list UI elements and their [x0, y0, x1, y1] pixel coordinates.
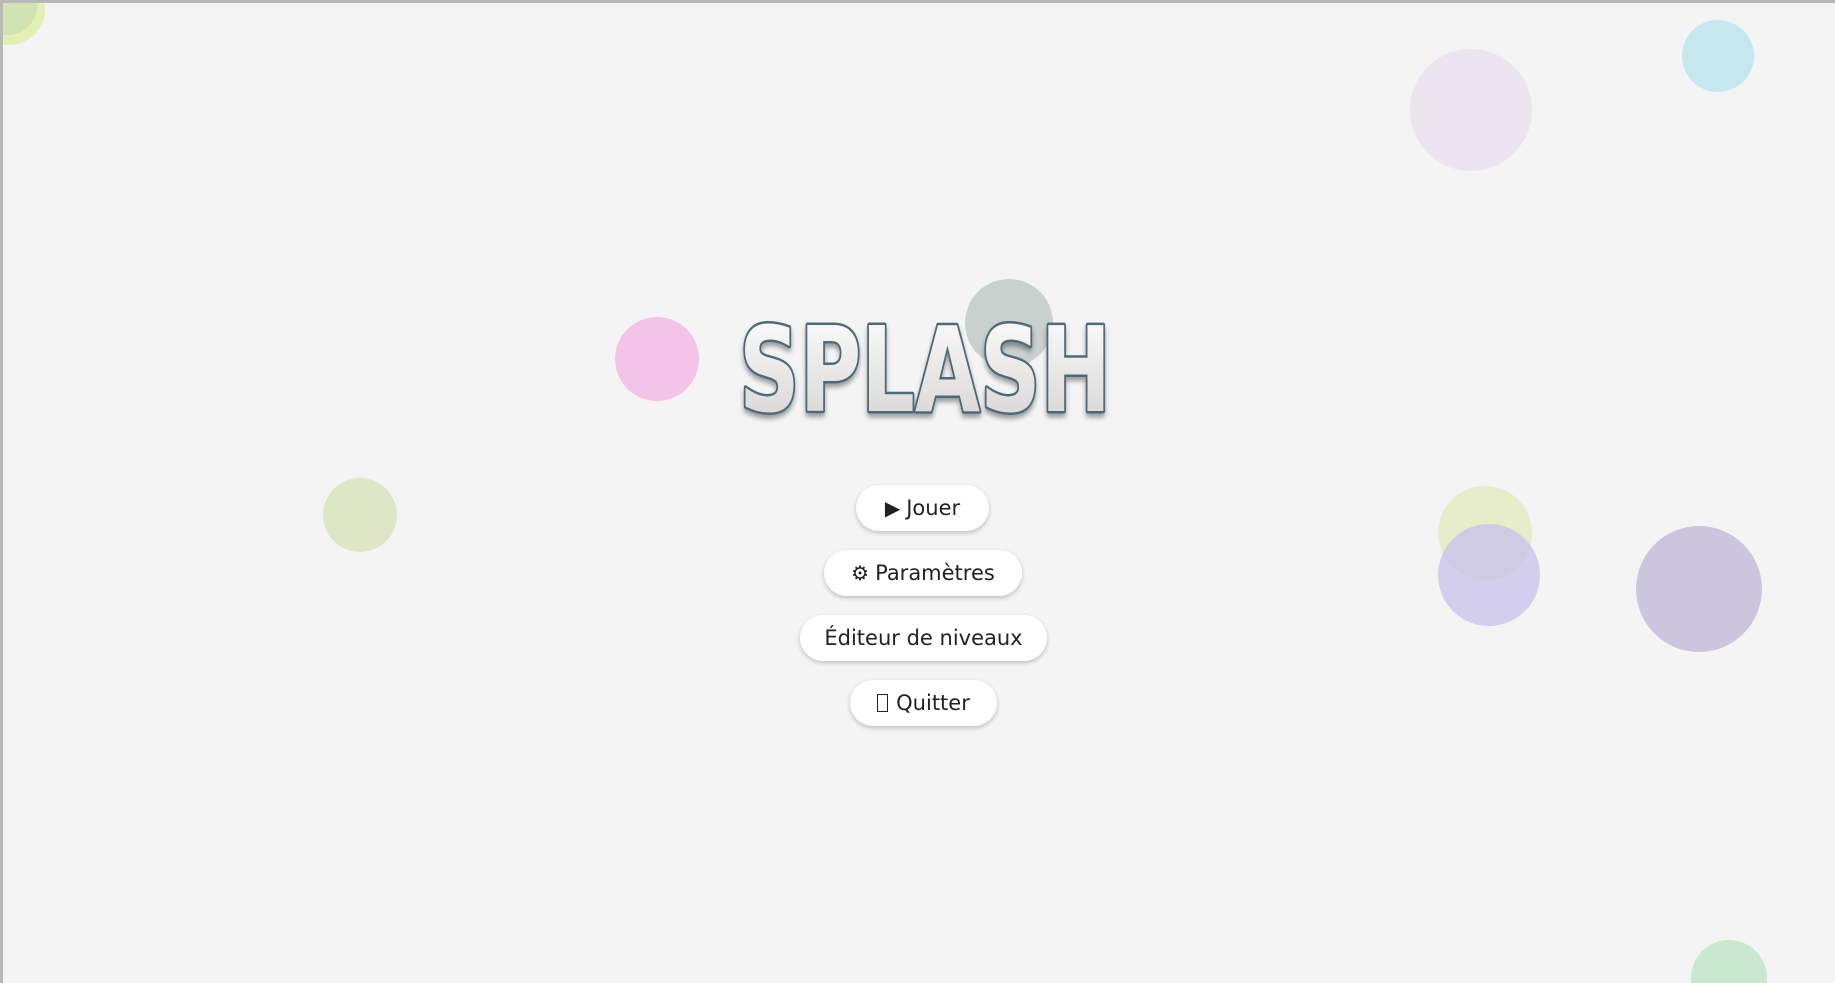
- decorative-bubble: [1691, 940, 1767, 983]
- level-editor-label: Éditeur de niveaux: [824, 626, 1023, 650]
- play-button[interactable]: ▶ Jouer: [856, 485, 989, 531]
- play-icon: ▶: [884, 496, 901, 520]
- game-title: SPLASH: [739, 305, 1111, 425]
- decorative-bubble: [1636, 526, 1762, 652]
- quit-button[interactable]: Quitter: [850, 680, 997, 726]
- missing-glyph-box-icon: [877, 694, 889, 712]
- main-menu-screen: SPLASH ▶ Jouer ⚙ Paramètres Éditeur de niv…: [0, 0, 1835, 983]
- settings-label: Paramètres: [875, 561, 995, 585]
- decorative-bubble: [323, 478, 397, 552]
- play-label: Jouer: [906, 496, 961, 520]
- decorative-bubble: [1438, 524, 1540, 626]
- quit-label: Quitter: [896, 691, 970, 715]
- decorative-bubble: [615, 317, 699, 401]
- decorative-bubble: [1682, 20, 1754, 92]
- game-logo: SPLASH: [733, 305, 1117, 425]
- decorative-bubble: [1410, 49, 1532, 171]
- gear-icon: ⚙: [851, 561, 870, 585]
- settings-button[interactable]: ⚙ Paramètres: [824, 550, 1022, 596]
- level-editor-button[interactable]: Éditeur de niveaux: [800, 615, 1047, 661]
